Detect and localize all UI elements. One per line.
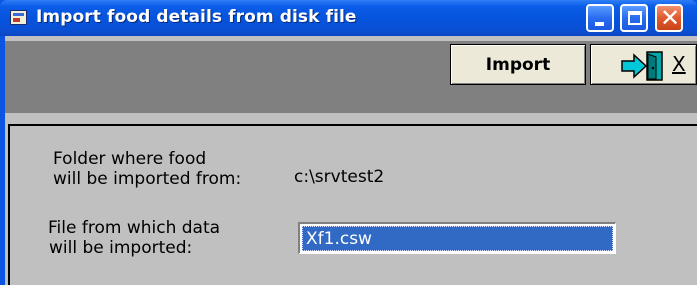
- form-panel: [5, 113, 697, 285]
- file-label: File from which data will be imported:: [48, 218, 220, 258]
- exit-door-icon: [621, 51, 663, 81]
- file-label-line1: File from which data: [48, 218, 221, 238]
- maximize-button[interactable]: [620, 4, 648, 32]
- toolbar: Import X: [5, 36, 697, 113]
- minimize-icon: [595, 22, 604, 26]
- app-window: Import food details from disk file ✕ Imp…: [0, 0, 697, 285]
- app-icon: [10, 10, 27, 25]
- folder-label-line2: will be imported from:: [53, 169, 242, 189]
- folder-label-line1: Folder where food: [53, 149, 207, 169]
- folder-path-value: c:\srvtest2: [294, 167, 385, 187]
- maximize-icon: [628, 11, 642, 25]
- folder-label: Folder where food will be imported from:: [53, 149, 241, 189]
- close-button[interactable]: ✕: [655, 4, 683, 32]
- file-name-value: Xf1.csw: [302, 226, 613, 251]
- close-icon: ✕: [660, 4, 681, 32]
- toolbar-edge: [5, 36, 697, 41]
- minimize-button[interactable]: [586, 4, 614, 32]
- exit-hotkey-label: X: [672, 52, 686, 76]
- import-button[interactable]: Import: [450, 44, 586, 85]
- file-name-input[interactable]: Xf1.csw: [298, 222, 616, 254]
- exit-button[interactable]: X: [590, 44, 697, 85]
- window-title: Import food details from disk file: [36, 7, 357, 27]
- file-label-line2: will be imported:: [49, 238, 193, 258]
- title-bar[interactable]: Import food details from disk file ✕: [0, 0, 697, 36]
